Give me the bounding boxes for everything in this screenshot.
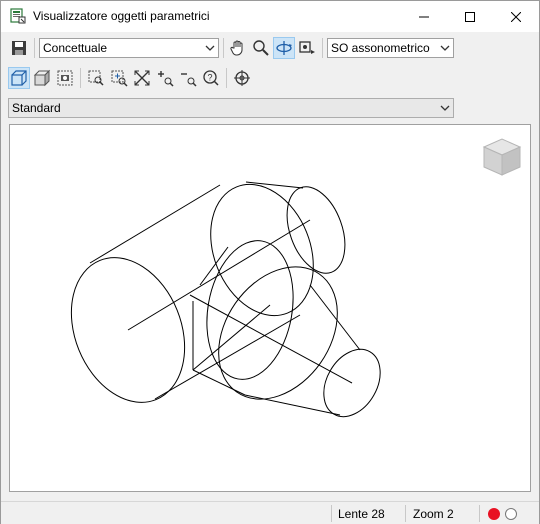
minimize-icon bbox=[419, 16, 429, 17]
zoom-dynamic-button[interactable] bbox=[108, 67, 130, 89]
separator bbox=[405, 505, 406, 522]
zoom-extents-button[interactable] bbox=[131, 67, 153, 89]
zoom-window-button[interactable] bbox=[85, 67, 107, 89]
view-camera-button[interactable] bbox=[54, 67, 76, 89]
zoom-button[interactable] bbox=[250, 37, 272, 59]
separator bbox=[80, 68, 81, 88]
close-button[interactable] bbox=[493, 1, 539, 32]
zoom-extents-icon bbox=[134, 70, 150, 86]
wireframe-button[interactable] bbox=[8, 67, 30, 89]
zoom-dynamic-icon bbox=[111, 70, 128, 87]
separator bbox=[226, 68, 227, 88]
parametric-object-viewer-window: Visualizzatore oggetti parametrici Conce… bbox=[0, 0, 540, 524]
view-select[interactable]: SO assonometrico bbox=[327, 38, 454, 58]
shaded-cube-icon bbox=[33, 69, 51, 87]
zoom-in-icon bbox=[158, 71, 174, 87]
close-icon bbox=[511, 11, 521, 22]
separator bbox=[223, 38, 224, 58]
maximize-button[interactable] bbox=[447, 1, 493, 32]
camera-settings-icon bbox=[57, 70, 73, 86]
lens-readout: Lente 28 bbox=[338, 507, 385, 521]
standard-value: Standard bbox=[12, 101, 61, 115]
zoom-readout: Zoom 2 bbox=[413, 507, 454, 521]
separator bbox=[34, 38, 35, 58]
cylinder-edge bbox=[192, 369, 246, 396]
svg-text:?: ? bbox=[207, 73, 212, 83]
cylinder-end-ellipse bbox=[210, 183, 314, 317]
visual-style-select[interactable]: Concettuale bbox=[39, 38, 219, 58]
help-icon: ? bbox=[203, 70, 219, 86]
app-icon bbox=[10, 8, 26, 24]
title-bar[interactable]: Visualizzatore oggetti parametrici bbox=[1, 1, 539, 32]
chevron-down-icon bbox=[205, 45, 215, 51]
crosshair-icon bbox=[234, 70, 250, 86]
status-bar: Lente 28 Zoom 2 bbox=[1, 501, 539, 524]
shaded-button[interactable] bbox=[31, 67, 53, 89]
toolbar-row-2: ? bbox=[1, 65, 539, 93]
separator bbox=[479, 505, 480, 522]
chevron-down-icon bbox=[440, 105, 450, 111]
camera-button[interactable] bbox=[296, 37, 318, 59]
chevron-down-icon bbox=[440, 45, 450, 51]
record-indicator[interactable] bbox=[488, 508, 500, 520]
separator bbox=[331, 505, 332, 522]
minimize-button[interactable] bbox=[401, 1, 447, 32]
camera-icon bbox=[299, 41, 315, 54]
zoom-in-button[interactable] bbox=[154, 67, 176, 89]
maximize-icon bbox=[465, 11, 475, 22]
save-icon bbox=[12, 41, 26, 55]
status-indicator[interactable] bbox=[505, 508, 517, 520]
view-cube bbox=[482, 138, 522, 176]
orbit-button[interactable] bbox=[273, 37, 295, 59]
zoom-window-icon bbox=[88, 70, 104, 86]
cylinder-edge bbox=[89, 184, 221, 264]
cylinder-edge bbox=[199, 246, 229, 286]
magnifier-icon bbox=[253, 40, 269, 56]
target-button[interactable] bbox=[231, 67, 253, 89]
standard-select[interactable]: Standard bbox=[8, 98, 454, 118]
wireframe-model bbox=[70, 138, 522, 418]
zoom-out-icon bbox=[181, 73, 197, 87]
help-button[interactable]: ? bbox=[200, 67, 222, 89]
zoom-out-button[interactable] bbox=[177, 67, 199, 89]
wireframe-cube-icon bbox=[11, 70, 27, 86]
3d-viewport[interactable] bbox=[9, 124, 531, 492]
cylinder-edge bbox=[192, 304, 271, 371]
hand-icon bbox=[230, 40, 243, 56]
toolbar-row-1: Concettuale SO assonometrico bbox=[1, 35, 539, 63]
visual-style-value: Concettuale bbox=[43, 41, 108, 55]
pan-button[interactable] bbox=[227, 37, 249, 59]
view-value: SO assonometrico bbox=[331, 41, 430, 55]
window-title: Visualizzatore oggetti parametrici bbox=[33, 9, 210, 23]
orbit-icon bbox=[276, 41, 292, 55]
axis-line bbox=[127, 219, 311, 331]
save-button[interactable] bbox=[8, 37, 30, 59]
separator bbox=[322, 38, 323, 58]
